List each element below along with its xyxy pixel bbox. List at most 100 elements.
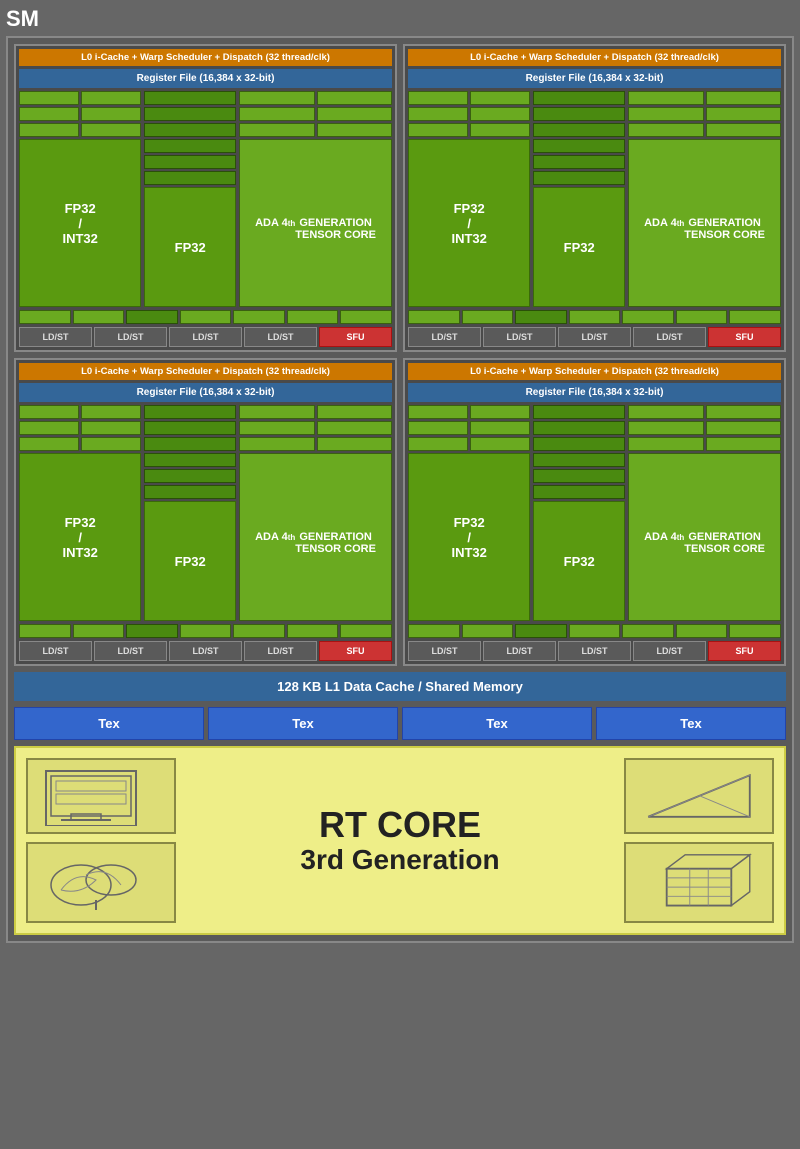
green-cell — [317, 107, 392, 121]
green-cell — [233, 310, 285, 324]
fp32-int32-block-2: FP32/INT32 — [408, 139, 530, 307]
fp32-int32-block-3: FP32/INT32 — [19, 453, 141, 621]
green-cell — [408, 437, 468, 451]
green-cell — [317, 91, 392, 105]
sfu-btn: SFU — [319, 641, 392, 661]
green-cell — [233, 624, 285, 638]
tex-btn-1: Tex — [14, 707, 204, 740]
green-cell — [676, 624, 728, 638]
green-cell — [180, 310, 232, 324]
ldst-btn: LD/ST — [633, 327, 706, 347]
fp32-block-1: FP32 — [144, 187, 236, 307]
fp32-int32-block-4: FP32/INT32 — [408, 453, 530, 621]
green-cell — [144, 485, 236, 499]
green-cell — [408, 123, 468, 137]
green-cell — [729, 310, 781, 324]
green-cell — [239, 107, 314, 121]
ldst-btn: LD/ST — [408, 327, 481, 347]
green-cell — [628, 405, 703, 419]
ldst-btn: LD/ST — [558, 327, 631, 347]
fp32-int32-block-1: FP32/INT32 — [19, 139, 141, 307]
green-cell — [317, 405, 392, 419]
ldst-btn: LD/ST — [633, 641, 706, 661]
green-cell — [533, 421, 625, 435]
sfu-btn: SFU — [708, 641, 781, 661]
green-cell — [317, 437, 392, 451]
ldst-row-1: LD/ST LD/ST LD/ST LD/ST SFU — [19, 327, 392, 347]
tensor-block-2: ADA 4thGENERATIONTENSOR CORE — [628, 139, 781, 307]
green-cell — [470, 405, 530, 419]
tex-row: Tex Tex Tex Tex — [14, 707, 786, 740]
green-cell — [628, 107, 703, 121]
quadrant-grid: L0 i-Cache + Warp Scheduler + Dispatch (… — [14, 44, 786, 666]
ldst-btn: LD/ST — [19, 641, 92, 661]
green-cell — [239, 123, 314, 137]
green-cell — [628, 437, 703, 451]
green-cell — [533, 453, 625, 467]
register-file-1: Register File (16,384 x 32-bit) — [19, 69, 392, 88]
register-file-2: Register File (16,384 x 32-bit) — [408, 69, 781, 88]
ldst-btn: LD/ST — [244, 641, 317, 661]
green-cell — [706, 123, 781, 137]
green-cell — [515, 624, 567, 638]
tensor-block-1: ADA 4thGENERATIONTENSOR CORE — [239, 139, 392, 307]
green-cell — [126, 624, 178, 638]
green-cell — [408, 405, 468, 419]
green-cell — [470, 107, 530, 121]
register-file-4: Register File (16,384 x 32-bit) — [408, 383, 781, 402]
ldst-btn: LD/ST — [94, 327, 167, 347]
green-cell — [144, 107, 236, 121]
green-cell — [622, 624, 674, 638]
register-file-3: Register File (16,384 x 32-bit) — [19, 383, 392, 402]
main-box: L0 i-Cache + Warp Scheduler + Dispatch (… — [6, 36, 794, 943]
rt-icon-monitor — [26, 758, 176, 834]
tensor-block-4: ADA 4thGENERATIONTENSOR CORE — [628, 453, 781, 621]
green-cell — [408, 91, 468, 105]
green-cell — [706, 421, 781, 435]
green-cell — [408, 310, 460, 324]
green-cell — [180, 624, 232, 638]
green-cell — [144, 437, 236, 451]
green-cell — [144, 405, 236, 419]
green-cell — [19, 421, 79, 435]
green-cell — [19, 91, 79, 105]
green-cell — [533, 107, 625, 121]
green-cell — [729, 624, 781, 638]
green-cell — [706, 91, 781, 105]
green-cell — [622, 310, 674, 324]
rt-right-icons — [624, 758, 774, 923]
ldst-btn: LD/ST — [483, 641, 556, 661]
green-cell — [628, 123, 703, 137]
fp32-block-2: FP32 — [533, 187, 625, 307]
green-cell — [81, 107, 141, 121]
green-cell — [144, 171, 236, 185]
green-cell — [19, 107, 79, 121]
fp32-block-4: FP32 — [533, 501, 625, 621]
rt-core-title: RT CORE — [176, 805, 624, 845]
ldst-btn: LD/ST — [169, 641, 242, 661]
l1-cache-bar: 128 KB L1 Data Cache / Shared Memory — [14, 672, 786, 701]
green-cell — [515, 310, 567, 324]
green-cell — [144, 123, 236, 137]
green-cell — [19, 437, 79, 451]
green-cell — [569, 624, 621, 638]
sfu-btn: SFU — [708, 327, 781, 347]
ldst-row-2: LD/ST LD/ST LD/ST LD/ST SFU — [408, 327, 781, 347]
green-cell — [19, 123, 79, 137]
green-cell — [73, 624, 125, 638]
green-cell — [628, 91, 703, 105]
green-cell — [239, 405, 314, 419]
green-cell — [628, 421, 703, 435]
green-cell — [340, 310, 392, 324]
ldst-btn: LD/ST — [408, 641, 481, 661]
green-cell — [144, 453, 236, 467]
green-cell — [533, 485, 625, 499]
green-cell — [239, 437, 314, 451]
quadrant-3: L0 i-Cache + Warp Scheduler + Dispatch (… — [14, 358, 397, 666]
green-cell — [81, 421, 141, 435]
green-cell — [144, 91, 236, 105]
ldst-btn: LD/ST — [244, 327, 317, 347]
green-cell — [470, 437, 530, 451]
green-cell — [533, 139, 625, 153]
rt-icon-cube — [624, 842, 774, 923]
